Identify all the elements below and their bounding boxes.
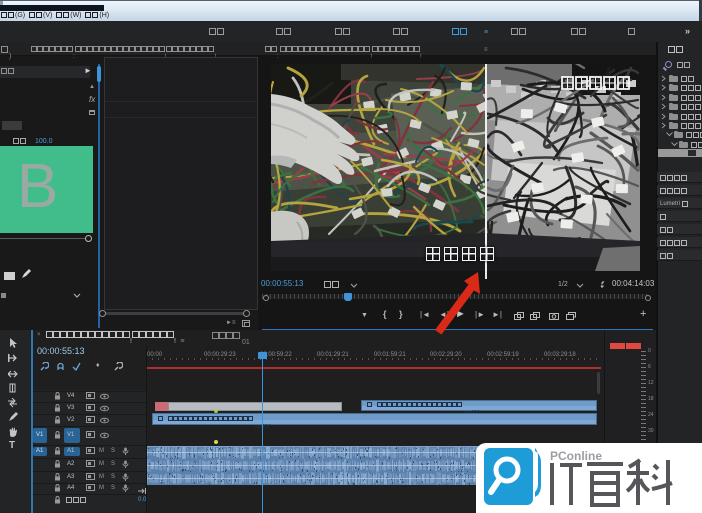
svg-text:PConline: PConline [550,449,602,463]
